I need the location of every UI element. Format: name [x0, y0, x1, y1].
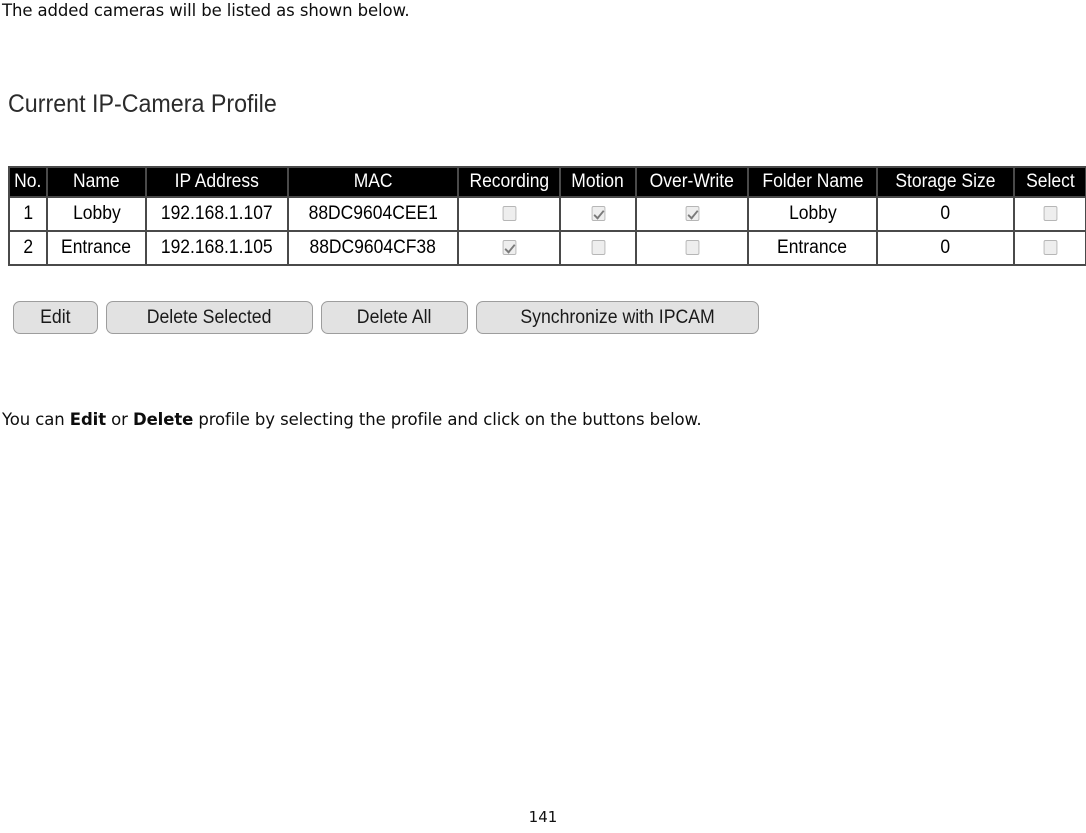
column-header-motion-label: Motion — [571, 171, 625, 192]
column-header-folder-name: Folder Name — [747, 166, 878, 198]
table-row: 1 Lobby 192.168.1.107 88DC9604CEE1 Lobby… — [8, 196, 1086, 232]
motion-checkbox[interactable] — [591, 240, 605, 256]
column-header-no-label: No. — [14, 171, 42, 192]
delete-all-button[interactable]: Delete All — [321, 301, 468, 334]
synchronize-with-ipcam-button[interactable]: Synchronize with IPCAM — [476, 301, 759, 334]
cell-no-value: 1 — [23, 203, 33, 224]
column-header-no: No. — [8, 166, 48, 198]
outro-part-3: profile by selecting the profile and cli… — [193, 410, 702, 429]
outro-part-1: You can — [2, 410, 70, 429]
outro-edit-emphasis: Edit — [69, 410, 107, 429]
cell-name: Entrance — [46, 230, 147, 266]
page-number: 141 — [528, 808, 558, 826]
column-header-mac-label: MAC — [353, 171, 393, 192]
edit-button[interactable]: Edit — [13, 301, 98, 334]
cell-mac-value: 88DC9604CF38 — [309, 237, 437, 258]
cell-select — [1013, 230, 1086, 266]
cell-storage-size-value: 0 — [940, 237, 951, 258]
cell-recording — [457, 196, 561, 232]
select-checkbox[interactable] — [1043, 206, 1057, 222]
over-write-checkbox[interactable] — [685, 206, 699, 222]
cell-motion — [559, 196, 637, 232]
action-button-bar: Edit Delete Selected Delete All Synchron… — [13, 301, 759, 334]
cell-folder-name: Lobby — [747, 196, 878, 232]
cell-name: Lobby — [46, 196, 147, 232]
cell-name-value: Entrance — [61, 237, 132, 258]
column-header-name: Name — [46, 166, 147, 198]
column-header-recording: Recording — [457, 166, 561, 198]
cell-mac: 88DC9604CEE1 — [287, 196, 459, 232]
delete-selected-button[interactable]: Delete Selected — [106, 301, 313, 334]
select-checkbox[interactable] — [1043, 240, 1057, 256]
synchronize-button-label: Synchronize with IPCAM — [520, 307, 715, 328]
column-header-name-label: Name — [73, 171, 120, 192]
delete-all-button-label: Delete All — [357, 307, 432, 328]
cell-ip-address-value: 192.168.1.105 — [161, 237, 273, 258]
cell-folder-name: Entrance — [747, 230, 878, 266]
cell-storage-size-value: 0 — [940, 203, 951, 224]
cell-motion — [559, 230, 637, 266]
cell-ip-address: 192.168.1.105 — [145, 230, 289, 266]
table-row: 2 Entrance 192.168.1.105 88DC9604CF38 En… — [8, 230, 1086, 266]
cell-select — [1013, 196, 1086, 232]
column-header-motion: Motion — [559, 166, 637, 198]
column-header-over-write-label: Over-Write — [649, 171, 735, 192]
column-header-mac: MAC — [287, 166, 459, 198]
cell-mac-value: 88DC9604CEE1 — [308, 203, 438, 224]
column-header-over-write: Over-Write — [635, 166, 749, 198]
cell-over-write — [635, 230, 749, 266]
cell-name-value: Lobby — [72, 203, 121, 224]
recording-checkbox[interactable] — [502, 240, 516, 256]
intro-paragraph: The added cameras will be listed as show… — [2, 1, 410, 20]
table-header-row: No. Name IP Address MAC Recording Motion… — [8, 166, 1086, 198]
column-header-ip-address-label: IP Address — [174, 171, 260, 192]
motion-checkbox[interactable] — [591, 206, 605, 222]
edit-button-label: Edit — [40, 307, 71, 328]
cell-no-value: 2 — [23, 237, 33, 258]
cell-folder-name-value: Entrance — [777, 237, 848, 258]
over-write-checkbox[interactable] — [685, 240, 699, 256]
outro-paragraph: You can Edit or Delete profile by select… — [2, 409, 702, 431]
cell-over-write — [635, 196, 749, 232]
cell-mac: 88DC9604CF38 — [287, 230, 459, 266]
outro-delete-emphasis: Delete — [132, 410, 194, 429]
delete-selected-button-label: Delete Selected — [147, 307, 272, 328]
cell-no: 1 — [8, 196, 48, 232]
cell-storage-size: 0 — [876, 230, 1015, 266]
ip-camera-profile-table: No. Name IP Address MAC Recording Motion… — [8, 166, 1086, 266]
cell-storage-size: 0 — [876, 196, 1015, 232]
column-header-storage-size: Storage Size — [876, 166, 1015, 198]
column-header-select: Select — [1013, 166, 1086, 198]
cell-no: 2 — [8, 230, 48, 266]
recording-checkbox[interactable] — [502, 206, 516, 222]
column-header-folder-name-label: Folder Name — [761, 171, 864, 192]
cell-recording — [457, 230, 561, 266]
cell-folder-name-value: Lobby — [788, 203, 837, 224]
column-header-select-label: Select — [1025, 171, 1075, 192]
outro-part-2: or — [106, 410, 133, 429]
cell-ip-address-value: 192.168.1.107 — [161, 203, 273, 224]
column-header-recording-label: Recording — [469, 171, 549, 192]
page-title: Current IP-Camera Profile — [8, 90, 277, 118]
column-header-storage-size-label: Storage Size — [895, 171, 996, 192]
cell-ip-address: 192.168.1.107 — [145, 196, 289, 232]
column-header-ip-address: IP Address — [145, 166, 289, 198]
